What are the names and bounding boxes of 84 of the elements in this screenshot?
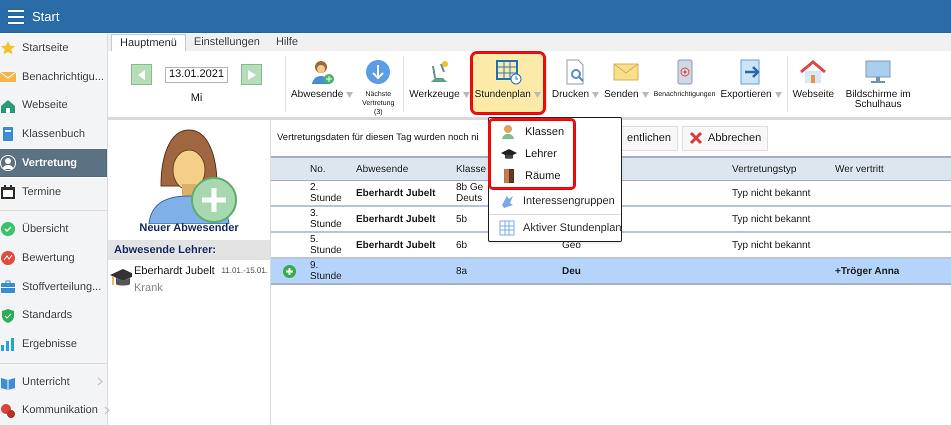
caret-icon (642, 92, 649, 98)
table-cell: 9. Stunde (310, 260, 342, 282)
sidebar-item[interactable]: Ergebnisse (0, 330, 107, 359)
table-cell: Eberhardt Jubelt (356, 188, 436, 198)
table-cell: Eberhardt Jubelt (356, 240, 436, 250)
column-header[interactable]: Abwesende (354, 162, 454, 176)
absence-reason: Krank (134, 280, 164, 296)
previous-day-button[interactable] (131, 64, 152, 85)
cancel-button[interactable]: Abbrechen (682, 126, 768, 150)
caret-icon (534, 92, 541, 98)
table-cell: 6b (456, 240, 468, 250)
star-icon (0, 40, 16, 56)
table-cell: Typ nicht bekannt (732, 214, 810, 224)
triangle-right-icon (248, 70, 256, 80)
table-cell: 8b Ge Deuts (456, 182, 484, 204)
table-cell: 5. Stunde (310, 234, 342, 256)
sidebar-item[interactable]: Termine (0, 177, 107, 206)
table-cell: Eberhardt Jubelt (356, 214, 436, 224)
sidebar-item[interactable]: Bewertung (0, 244, 107, 272)
sidebar-item[interactable]: Klassenbuch (0, 120, 107, 149)
caret-icon (346, 92, 354, 98)
sidebar-item[interactable]: Standards (0, 301, 107, 330)
table-cell: Deu (562, 266, 581, 276)
plus-circle-icon (283, 264, 296, 278)
section-heading: Abwesende Lehrer: (108, 240, 270, 260)
ribbon-button[interactable]: Bildschirme im Schulhaus (837, 56, 920, 112)
monitor-icon (864, 58, 892, 86)
weekday-label: Mi (190, 91, 202, 106)
table-cell: 3. Stunde (310, 208, 342, 230)
chevron-right-icon (104, 406, 110, 416)
sidebar-item[interactable]: Vertretung (0, 148, 107, 178)
caret-icon (774, 92, 782, 98)
ribbon-button[interactable]: Senden (602, 56, 651, 112)
menu-button[interactable] (8, 10, 24, 24)
caret-icon (462, 92, 470, 98)
sidebar-item[interactable]: Übersicht (0, 215, 107, 244)
sidebar-item[interactable]: Benachrichtigu... (0, 62, 107, 92)
person-icon (0, 155, 16, 172)
table-cell: Typ nicht bekannt (732, 240, 810, 250)
new-absentee-button[interactable]: Neuer Abwesender (139, 220, 239, 236)
ribbon-button[interactable]: Stundenplan (472, 54, 543, 112)
ribbon-tab[interactable]: Einstellungen (186, 34, 268, 51)
teacher-name[interactable]: Eberhardt Jubelt (134, 263, 215, 280)
arrow-down-circle-icon (364, 58, 392, 86)
column-header[interactable]: No. (308, 162, 354, 176)
next-day-button[interactable] (241, 64, 262, 85)
app-title: Start (32, 8, 60, 26)
ribbon-button[interactable]: Exportieren (718, 56, 784, 112)
status-message: Vertretungsdaten für diesen Tag wurden noch ni (277, 130, 480, 145)
timetable-icon (494, 58, 522, 86)
ribbon-tab[interactable]: Hauptmenü (111, 34, 186, 51)
table-cell: 8a (456, 266, 468, 276)
sidebar-item[interactable]: Unterricht (0, 368, 107, 396)
date-field[interactable]: 13.01.2021 (165, 66, 228, 82)
caret-icon (592, 92, 600, 98)
ribbon-button[interactable]: Abwesende (289, 56, 356, 112)
ribbon-button[interactable]: Werkzeuge (407, 56, 472, 112)
house-icon (799, 58, 828, 86)
chevron-right-icon (97, 377, 103, 386)
date-range: 11.01.-15.01. (221, 265, 268, 277)
table-row[interactable]: 9. Stunde 8a Deu +Tröger Anna (271, 259, 951, 285)
triangle-left-icon (138, 70, 146, 80)
table-cell: 2. Stunde (310, 182, 342, 204)
sidebar-item[interactable]: Stoffverteilung... (0, 272, 107, 302)
door-icon (501, 168, 517, 184)
ribbon-tab[interactable]: Hilfe (268, 34, 306, 51)
sidebar-item[interactable]: Startseite (0, 34, 107, 63)
menu-item[interactable]: Lehrer (491, 143, 573, 165)
column-header[interactable]: Wer vertritt (833, 162, 951, 176)
menu-item[interactable]: Interessengruppen (489, 190, 621, 212)
timetable-icon (499, 220, 515, 236)
ribbon-button[interactable]: Webseite (790, 56, 836, 112)
bar-chart-icon (0, 336, 16, 352)
table-cell: +Tröger Anna (835, 266, 900, 276)
menu-item[interactable]: Räume (491, 165, 573, 187)
menu-item[interactable]: Klassen (491, 121, 573, 143)
person-icon (501, 124, 517, 140)
close-icon (689, 131, 704, 145)
sidebar-item[interactable]: Kommunikation (0, 396, 107, 425)
table-cell: Typ nicht bekannt (732, 188, 810, 198)
table-cell: 5b (456, 214, 468, 224)
column-header[interactable]: Vertretungstyp (730, 162, 833, 176)
sidebar-item[interactable]: Webseite (0, 91, 107, 120)
ribbon-button[interactable]: Drucken (550, 56, 602, 112)
